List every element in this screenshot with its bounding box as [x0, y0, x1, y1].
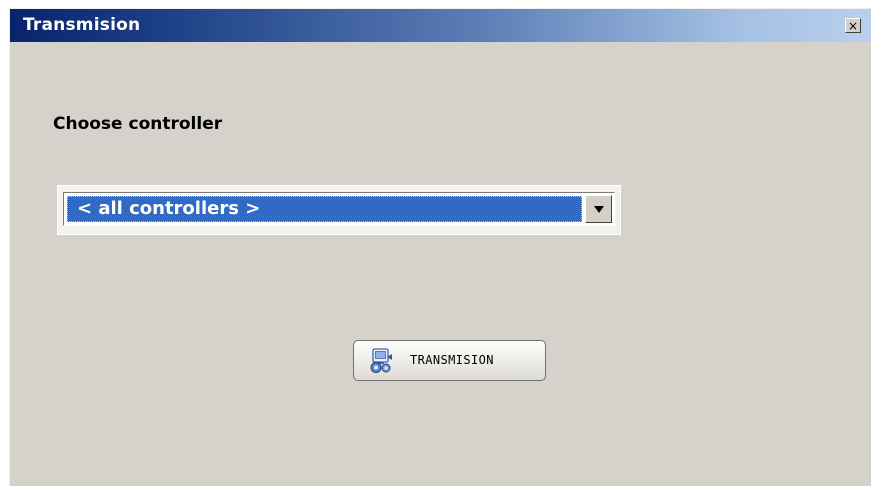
transmission-dialog: Transmision × Choose controller < all co…	[9, 8, 871, 486]
transmission-button-label: TRANSMISION	[410, 353, 494, 367]
window-title: Transmision	[23, 15, 141, 35]
transmission-icon	[370, 348, 392, 373]
controller-select-value[interactable]: < all controllers >	[67, 196, 582, 222]
chevron-down-icon	[593, 205, 604, 213]
controller-select-panel: < all controllers >	[57, 185, 621, 235]
title-bar[interactable]: Transmision ×	[10, 9, 871, 42]
close-icon: ×	[847, 18, 859, 33]
choose-controller-label: Choose controller	[53, 114, 223, 134]
transmission-button[interactable]: TRANSMISION	[353, 340, 546, 381]
close-button[interactable]: ×	[845, 18, 861, 33]
controller-select[interactable]: < all controllers >	[63, 192, 615, 226]
controller-select-dropdown-button[interactable]	[585, 195, 612, 223]
